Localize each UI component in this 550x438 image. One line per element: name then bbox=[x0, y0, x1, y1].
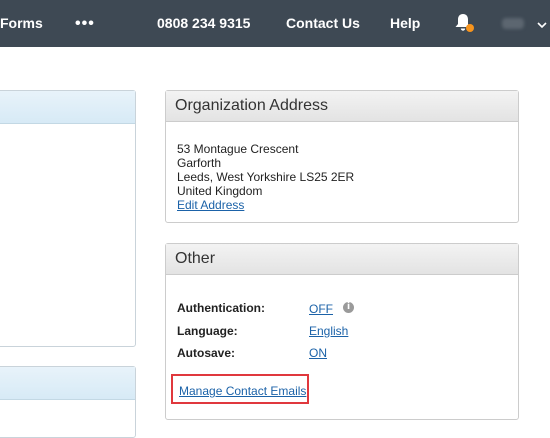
other-panel-title: Other bbox=[166, 244, 518, 275]
authentication-label: Authentication: bbox=[177, 301, 265, 315]
organization-address-panel: Organization Address 53 Montague Crescen… bbox=[165, 90, 519, 223]
manage-contact-emails-link[interactable]: Manage Contact Emails bbox=[179, 384, 306, 398]
left-panel-top-header bbox=[0, 91, 135, 124]
bell-icon[interactable] bbox=[454, 13, 474, 33]
autosave-label: Autosave: bbox=[177, 346, 236, 360]
language-label: Language: bbox=[177, 324, 238, 338]
address-line-1: 53 Montague Crescent bbox=[177, 142, 299, 156]
user-avatar[interactable]: AS bbox=[502, 18, 524, 29]
left-panel-top bbox=[0, 90, 136, 347]
address-line-3: Leeds, West Yorkshire LS25 2ER bbox=[177, 170, 355, 184]
nav-contact-us[interactable]: Contact Us bbox=[286, 0, 360, 47]
authentication-toggle-link[interactable]: OFF bbox=[309, 302, 333, 316]
nav-more-menu[interactable]: ••• bbox=[75, 0, 95, 47]
autosave-toggle-link[interactable]: ON bbox=[309, 346, 327, 360]
address-block: 53 Montague Crescent Garforth Leeds, Wes… bbox=[177, 142, 354, 212]
chevron-down-icon[interactable] bbox=[537, 17, 547, 35]
highlight-box: Manage Contact Emails bbox=[171, 374, 309, 404]
left-panel-bottom-header bbox=[0, 367, 135, 400]
edit-address-link[interactable]: Edit Address bbox=[177, 198, 244, 212]
address-line-2: Garforth bbox=[177, 156, 222, 170]
notification-dot bbox=[466, 24, 474, 32]
info-icon[interactable]: i bbox=[343, 302, 354, 313]
nav-phone-number[interactable]: 0808 234 9315 bbox=[157, 0, 250, 47]
language-link[interactable]: English bbox=[309, 324, 348, 338]
organization-address-title: Organization Address bbox=[166, 91, 518, 122]
nav-help[interactable]: Help bbox=[390, 0, 420, 47]
other-settings-panel: Other Authentication: OFF i Language: En… bbox=[165, 243, 519, 420]
nav-forms[interactable]: Forms bbox=[0, 0, 43, 47]
top-navigation-bar: Forms ••• 0808 234 9315 Contact Us Help … bbox=[0, 0, 550, 47]
left-panel-bottom bbox=[0, 366, 136, 438]
address-line-4: United Kingdom bbox=[177, 184, 263, 198]
